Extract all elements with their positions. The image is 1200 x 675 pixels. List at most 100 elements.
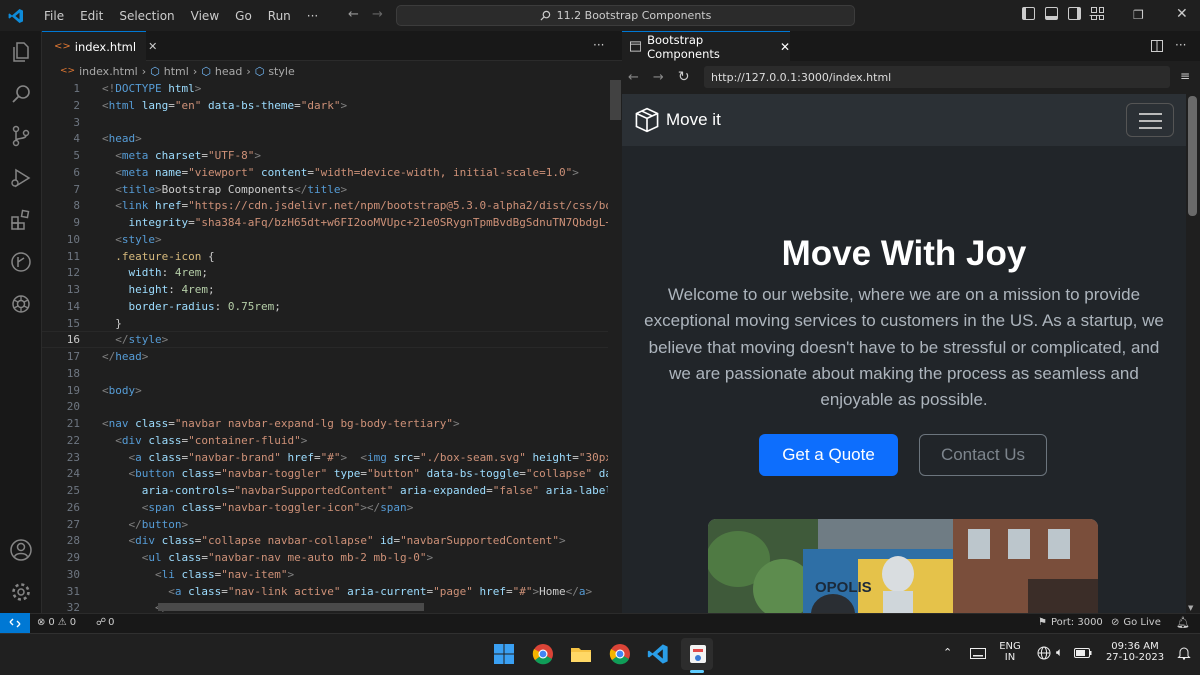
breadcrumb-style[interactable]: style [268, 65, 294, 78]
go-live-button[interactable]: ⊘ Go Live [1111, 617, 1161, 628]
code-line[interactable]: <button class="navbar-toggler" type="but… [102, 466, 612, 483]
back-arrow-icon[interactable]: ← [628, 70, 639, 85]
code-line[interactable]: <a class="navbar-brand" href="#"> <img s… [102, 450, 612, 467]
code-line[interactable]: } [102, 316, 122, 333]
restore-icon[interactable]: ❐ [1133, 8, 1144, 22]
close-window-icon[interactable]: ✕ [1176, 6, 1188, 22]
code-line[interactable]: <head> [102, 131, 142, 148]
remote-indicator-icon[interactable] [0, 613, 30, 633]
split-editor-icon[interactable] [1151, 40, 1163, 52]
code-line[interactable]: height: 4rem; [102, 282, 214, 299]
chevron-up-icon[interactable]: ⌃ [943, 646, 952, 659]
snipping-tool-icon[interactable] [687, 643, 709, 665]
port-indicator[interactable]: ⚑ Port: 3000 [1038, 617, 1103, 628]
reload-icon[interactable]: ↻ [678, 69, 690, 85]
search-icon[interactable] [9, 82, 33, 106]
vscode-icon[interactable] [647, 643, 669, 665]
forward-arrow-icon[interactable]: → [653, 70, 664, 85]
settings-gear-icon[interactable] [9, 580, 33, 604]
chrome-icon[interactable] [532, 643, 554, 665]
get-a-quote-button[interactable]: Get a Quote [759, 434, 898, 476]
speaker-icon[interactable]: 🔈︎ [1056, 645, 1063, 660]
code-line[interactable]: </style> [102, 332, 168, 349]
toggle-primary-sidebar-icon[interactable] [1022, 7, 1035, 20]
code-line[interactable]: <title>Bootstrap Components</title> [102, 182, 347, 199]
menu-run[interactable]: Run [260, 9, 299, 23]
code-line[interactable]: <meta charset="UTF-8"> [102, 148, 261, 165]
url-bar[interactable]: http://127.0.0.1:3000/index.html [704, 66, 1170, 88]
code-line[interactable]: </button> [102, 517, 188, 534]
navbar-brand[interactable]: Move it [634, 107, 721, 133]
keyboard-icon[interactable] [970, 648, 986, 659]
code-line[interactable]: .feature-icon { [102, 249, 214, 266]
minimize-icon[interactable]: — [1089, 8, 1101, 22]
code-line[interactable]: <html lang="en" data-bs-theme="dark"> [102, 98, 347, 115]
menu-edit[interactable]: Edit [72, 9, 111, 23]
run-debug-icon[interactable] [9, 166, 33, 190]
code-line[interactable]: <nav class="navbar navbar-expand-lg bg-b… [102, 416, 460, 433]
network-globe-icon[interactable] [1037, 646, 1051, 660]
preview-scroll-thumb[interactable] [1188, 96, 1197, 216]
clock[interactable]: 09:36 AM 27-10-2023 [1100, 641, 1170, 663]
menu-more[interactable]: ··· [299, 9, 326, 23]
forward-arrow-icon[interactable]: → [372, 7, 383, 22]
problems-indicator[interactable]: ⊗ 0 ⚠ 0 [37, 617, 76, 628]
tab-index-html[interactable]: <> index.html ✕ [42, 31, 157, 61]
openai-icon[interactable] [9, 292, 33, 316]
code-line[interactable]: <div class="collapse navbar-collapse" id… [102, 533, 565, 550]
tab-bootstrap-components[interactable]: Bootstrap Components ✕ [622, 31, 790, 61]
code-editor[interactable]: 1 <!DOCTYPE html> 2 <html lang="en" data-bs… [42, 80, 622, 613]
menu-selection[interactable]: Selection [111, 9, 182, 23]
menu-view[interactable]: View [183, 9, 227, 23]
source-control-icon[interactable] [9, 124, 33, 148]
forwarded-ports-indicator[interactable]: ☍ 0 [96, 617, 115, 628]
chrome-icon[interactable] [609, 643, 631, 665]
breadcrumb-head[interactable]: head [215, 65, 242, 78]
code-line[interactable]: <link href="https://cdn.jsdelivr.net/npm… [102, 198, 612, 215]
code-line[interactable]: <span class="navbar-toggler-icon"></span… [102, 500, 414, 517]
windows-start-icon[interactable] [493, 643, 515, 665]
scroll-down-arrow-icon[interactable]: ▼ [1188, 604, 1193, 612]
language-indicator[interactable]: ENG IN [997, 641, 1023, 663]
code-line[interactable]: <meta name="viewport" content="width=dev… [102, 165, 579, 182]
back-arrow-icon[interactable]: ← [348, 7, 359, 22]
file-explorer-icon[interactable] [570, 643, 592, 665]
editor-more-actions[interactable]: ··· [593, 38, 604, 52]
code-line[interactable]: <li class="nav-item"> [102, 567, 294, 584]
code-line[interactable]: <!DOCTYPE html> [102, 81, 201, 98]
notification-center-icon[interactable] [1177, 646, 1191, 660]
code-line[interactable]: <body> [102, 383, 142, 400]
close-tab-icon[interactable]: ✕ [780, 40, 790, 54]
editor-horizontal-scroll-thumb[interactable] [158, 603, 424, 611]
code-line[interactable]: aria-controls = "navbarSupportedContent" a… [102, 483, 612, 500]
timeline-icon[interactable] [9, 250, 33, 274]
code-line[interactable]: border-radius: 0.75rem; [102, 299, 280, 316]
notifications-bell-icon[interactable]: 🔔︎ [1176, 616, 1190, 629]
explorer-icon[interactable] [9, 40, 33, 64]
code-token: </ [102, 517, 142, 531]
breadcrumb-file[interactable]: index.html [79, 65, 138, 78]
extensions-icon[interactable] [9, 208, 33, 232]
toggle-secondary-sidebar-icon[interactable] [1068, 7, 1081, 20]
navbar-toggler-button[interactable] [1126, 103, 1174, 137]
code-line[interactable]: </head> [102, 349, 148, 366]
battery-icon[interactable] [1074, 648, 1092, 658]
code-line[interactable]: <div class="container-fluid"> [102, 433, 307, 450]
code-line[interactable]: width: 4rem; [102, 265, 208, 282]
menu-go[interactable]: Go [227, 9, 260, 23]
account-icon[interactable] [9, 538, 33, 562]
code-line[interactable]: <ul class="navbar-nav me-auto mb-2 mb-lg… [102, 550, 433, 567]
editor-vertical-scrollbar[interactable] [608, 80, 622, 613]
toggle-panel-icon[interactable] [1045, 7, 1058, 20]
preview-more-actions[interactable]: ··· [1175, 38, 1186, 52]
code-line[interactable]: integrity="sha384-aFq/bzH65dt+w6FI2ooMVU… [102, 215, 611, 232]
contact-us-button[interactable]: Contact Us [919, 434, 1047, 476]
command-center[interactable]: 11.2 Bootstrap Components [396, 5, 855, 26]
breadcrumb-html[interactable]: html [164, 65, 189, 78]
code-line[interactable]: <a class="nav-link active" aria-current=… [102, 584, 592, 601]
code-line[interactable]: <style> [102, 232, 161, 249]
close-tab-icon[interactable]: ✕ [148, 40, 157, 53]
hamburger-menu-icon[interactable]: ≡ [1180, 69, 1190, 83]
menu-file[interactable]: File [36, 9, 72, 23]
editor-scroll-thumb[interactable] [610, 80, 621, 120]
